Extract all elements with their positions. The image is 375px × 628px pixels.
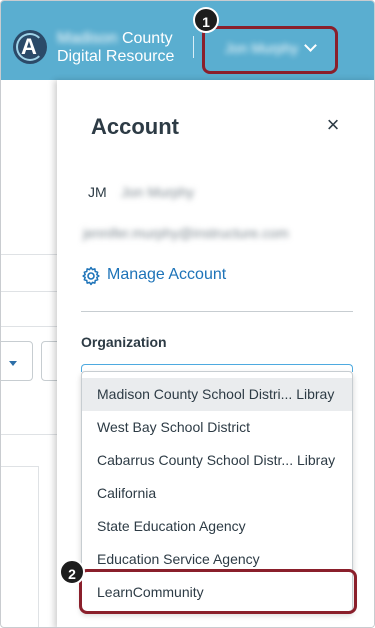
dropdown-option[interactable]: Madison County School Distri... Libray [82, 378, 352, 411]
org-name-line1: County [121, 30, 173, 47]
user-email: jennifer.murphy@instructure.com [83, 225, 289, 241]
dropdown-option[interactable]: Cabarrus County School Distr... Libray [82, 444, 352, 477]
background-divider [1, 254, 57, 255]
org-name-line2: Digital Resource [57, 48, 175, 65]
tray-title: Account [91, 114, 179, 139]
brand-logo-icon[interactable]: A [13, 30, 47, 64]
background-divider [1, 434, 57, 435]
close-icon[interactable]: × [323, 113, 343, 137]
org-name-blurred: Madison [57, 30, 118, 47]
background-card [1, 466, 39, 627]
user-full-name: Jon Murphy [121, 184, 195, 200]
header-divider [193, 36, 194, 58]
gear-icon[interactable] [81, 266, 101, 286]
organization-label: Organization [81, 334, 167, 350]
app-window: A Madison County Digital Resource Jon Mu… [0, 0, 375, 628]
organization-name: Madison County Digital Resource [57, 30, 187, 66]
dropdown-option[interactable]: West Bay School District [82, 411, 352, 444]
callout-number-2: 2 [59, 559, 85, 585]
dropdown-option[interactable]: State Education Agency [82, 510, 352, 543]
callout-highlight-learncommunity [79, 569, 357, 614]
logo-letter: A [21, 34, 37, 59]
dropdown-option[interactable]: California [82, 477, 352, 510]
background-divider [1, 291, 57, 292]
manage-account-link[interactable]: Manage Account [107, 266, 226, 284]
user-initials: JM [88, 184, 107, 200]
background-divider [1, 326, 57, 327]
tray-divider [81, 311, 353, 312]
chevron-down-icon [9, 361, 17, 366]
callout-number-1: 1 [193, 7, 219, 33]
callout-highlight-user-menu [202, 26, 338, 74]
